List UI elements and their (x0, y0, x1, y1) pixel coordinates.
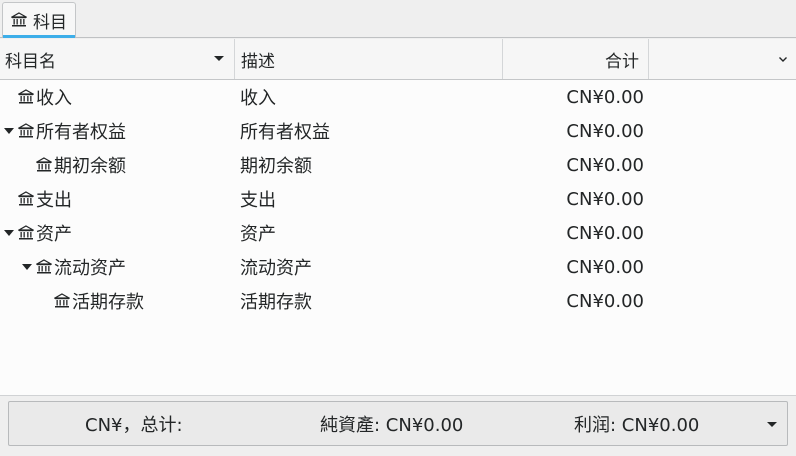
account-name-cell: 收入 (0, 80, 235, 114)
bank-icon (18, 123, 34, 138)
expand-arrow-icon[interactable] (3, 227, 15, 239)
column-header-name[interactable]: 科目名 (0, 39, 235, 79)
summary-bar[interactable]: CN¥，总计: 純資產: CN¥0.00 利润: CN¥0.00 (8, 401, 788, 446)
account-name: 所有者权益 (36, 122, 126, 143)
column-chooser-button[interactable] (649, 39, 796, 79)
account-name: 资产 (36, 224, 72, 245)
bank-icon (18, 191, 34, 206)
account-total: CN¥0.00 (566, 188, 644, 210)
account-total: CN¥0.00 (566, 86, 644, 108)
sort-indicator-icon (214, 56, 224, 61)
account-row[interactable]: 活期存款 活期存款 CN¥0.00 (0, 284, 796, 318)
account-row[interactable]: 所有者权益 所有者权益 CN¥0.00 (0, 114, 796, 148)
account-name-cell: 支出 (0, 182, 235, 216)
account-description: 收入 (240, 88, 276, 109)
bank-icon (18, 225, 34, 240)
account-name-cell: 资产 (0, 216, 235, 250)
account-name: 活期存款 (72, 292, 144, 313)
tab-bar: 科目 (0, 0, 796, 38)
tab-accounts[interactable]: 科目 (2, 2, 76, 38)
bank-icon (18, 89, 34, 104)
account-name: 期初余额 (54, 156, 126, 177)
account-description: 支出 (240, 190, 276, 211)
tree-rows: 收入 收入 CN¥0.00 所有者权益 所有者权益 CN¥0.00 期初余额 期初余额 CN¥0… (0, 80, 796, 318)
account-row[interactable]: 收入 收入 CN¥0.00 (0, 80, 796, 114)
tree-header: 科目名 描述 合计 (0, 39, 796, 80)
account-total: CN¥0.00 (566, 222, 644, 244)
bank-icon (11, 12, 27, 27)
account-row[interactable]: 期初余额 期初余额 CN¥0.00 (0, 148, 796, 182)
account-total: CN¥0.00 (566, 154, 644, 176)
account-row[interactable]: 支出 支出 CN¥0.00 (0, 182, 796, 216)
account-name: 支出 (36, 190, 72, 211)
accounts-window: 科目 科目名 描述 合计 收入 收入 CN¥0.00 所有者权益 所有者权益 CN¥0.0… (0, 0, 796, 456)
expand-arrow-icon[interactable] (21, 261, 33, 273)
account-row[interactable]: 资产 资产 CN¥0.00 (0, 216, 796, 250)
bank-icon (36, 157, 52, 172)
tab-label: 科目 (33, 12, 67, 33)
column-header-name-label: 科目名 (5, 51, 56, 72)
column-header-description[interactable]: 描述 (235, 39, 503, 79)
account-description: 流动资产 (240, 258, 312, 279)
account-name-cell: 所有者权益 (0, 114, 235, 148)
account-total: CN¥0.00 (566, 120, 644, 142)
account-name-cell: 活期存款 (0, 284, 235, 318)
bank-icon (36, 259, 52, 274)
summary-dropdown-icon[interactable] (767, 422, 777, 427)
account-description: 所有者权益 (240, 122, 330, 143)
account-name: 收入 (36, 88, 72, 109)
expand-arrow-icon[interactable] (3, 125, 15, 137)
account-description: 资产 (240, 224, 276, 245)
column-header-total[interactable]: 合计 (503, 39, 649, 79)
account-name: 流动资产 (54, 258, 126, 279)
summary-profit: 利润: CN¥0.00 (574, 414, 700, 436)
tab-active-indicator (3, 35, 75, 38)
account-total: CN¥0.00 (566, 290, 644, 312)
account-name-cell: 期初余额 (0, 148, 235, 182)
account-description: 期初余额 (240, 156, 312, 177)
chevron-down-icon (779, 57, 787, 62)
column-header-description-label: 描述 (241, 51, 275, 72)
account-name-cell: 流动资产 (0, 250, 235, 284)
summary-net-assets: 純資產: CN¥0.00 (320, 414, 464, 436)
bank-icon (54, 293, 70, 308)
account-description: 活期存款 (240, 292, 312, 313)
account-row[interactable]: 流动资产 流动资产 CN¥0.00 (0, 250, 796, 284)
account-total: CN¥0.00 (566, 256, 644, 278)
summary-currency-total: CN¥，总计: (85, 414, 183, 436)
column-header-total-label: 合计 (605, 51, 639, 72)
account-tree[interactable]: 科目名 描述 合计 收入 收入 CN¥0.00 所有者权益 所有者权益 CN¥0.00 期初… (0, 39, 796, 396)
